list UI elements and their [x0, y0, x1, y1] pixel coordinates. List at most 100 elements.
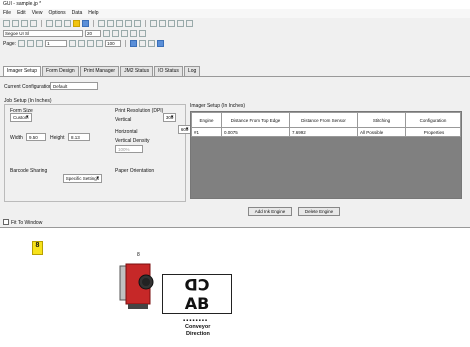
page-input[interactable]: 1	[45, 40, 68, 47]
edit-icon[interactable]	[96, 40, 104, 47]
engine-number-label: 8	[137, 252, 140, 258]
menu-help[interactable]: Help	[88, 10, 98, 17]
lock-icon[interactable]	[159, 20, 166, 27]
font-size-select[interactable]: 20	[85, 30, 101, 37]
col-distance-sensor: Distance From Sensor	[289, 112, 358, 128]
color-icon[interactable]	[130, 30, 137, 37]
window-title: GUI - sample.jp *	[0, 0, 470, 9]
conveyor-label: Conveyor	[185, 324, 211, 330]
menu-options[interactable]: Options	[48, 10, 65, 17]
copy-icon[interactable]	[55, 20, 62, 27]
vertical-select[interactable]: 300	[162, 113, 177, 122]
zoom-select[interactable]: 100	[105, 40, 122, 47]
toolbar-main	[0, 19, 470, 28]
cell-engine[interactable]: #1	[191, 127, 222, 137]
underline-icon[interactable]	[121, 30, 128, 37]
tab-imager-setup[interactable]: Imager Setup	[3, 66, 42, 76]
tab-log[interactable]: Log	[183, 66, 201, 76]
tab-print-manager[interactable]: Print Manager	[79, 66, 120, 76]
menu-data[interactable]: Data	[72, 10, 83, 17]
table-row[interactable]: #1 0.0075 7.6992 All Possible Properties	[191, 127, 461, 137]
open-icon[interactable]	[12, 20, 19, 27]
image-icon[interactable]	[157, 40, 165, 47]
form-canvas	[0, 227, 470, 347]
form-origin-marker[interactable]: 8	[32, 241, 43, 255]
print-icon[interactable]	[30, 20, 37, 27]
current-config-label: Current Configuration	[4, 84, 52, 90]
align-left-icon[interactable]	[98, 20, 105, 27]
ungroup-icon[interactable]	[186, 20, 193, 27]
width-label: Width	[10, 135, 23, 141]
imager-setup-label: Imager Setup (In Inches)	[190, 103, 246, 109]
toolbar-separator	[93, 20, 94, 27]
italic-icon[interactable]	[112, 30, 119, 37]
window-icon[interactable]	[130, 40, 138, 47]
last-page-icon[interactable]	[87, 40, 95, 47]
layer-icon[interactable]	[168, 20, 175, 27]
fit-to-window-label: Fit To Window	[11, 220, 43, 226]
paper-orientation-label: Paper Orientation	[115, 168, 155, 174]
save-icon[interactable]	[21, 20, 28, 27]
height-field[interactable]: 8.13	[68, 133, 90, 141]
first-page-icon[interactable]	[18, 40, 26, 47]
form-size-select[interactable]: Custom	[10, 113, 32, 122]
refresh-icon[interactable]	[148, 40, 156, 47]
prev-page-icon[interactable]	[27, 40, 35, 47]
tab-jm2-status[interactable]: JM2 Status	[120, 66, 154, 76]
col-distance-top: Distance From Top Edge	[221, 112, 290, 128]
rotate-icon[interactable]	[134, 20, 141, 27]
plate-bottom-text: AB	[184, 294, 210, 313]
align-center-icon[interactable]	[107, 20, 114, 27]
distribute-icon[interactable]	[150, 20, 157, 27]
page-label: Page:	[3, 40, 17, 47]
cell-stitching[interactable]: All Possible	[357, 127, 406, 137]
direction-label: Direction	[186, 331, 210, 337]
main-tabs: Imager Setup Form Design Print Manager J…	[0, 66, 470, 76]
cut-icon[interactable]	[46, 20, 53, 27]
engine-table: Engine Distance From Top Edge Distance F…	[190, 111, 462, 199]
current-config-field[interactable]: Default	[50, 82, 98, 90]
col-stitching: Stitching	[357, 112, 406, 128]
toolbar-font: Segoe UI Sl 20	[0, 29, 470, 38]
back-icon[interactable]	[36, 40, 44, 47]
next-icon[interactable]	[69, 40, 77, 47]
align-right-icon[interactable]	[116, 20, 123, 27]
barcode-sharing-select[interactable]: Specific Settings	[62, 174, 102, 183]
grid-icon[interactable]	[125, 20, 132, 27]
next-page-icon[interactable]	[78, 40, 86, 47]
properties-button[interactable]: Properties	[405, 127, 461, 137]
delete-engine-button[interactable]: Delete Engine	[298, 207, 340, 216]
print-resolution-label: Print Resolution (DPI)	[115, 108, 164, 114]
horizontal-label: Horizontal	[115, 129, 138, 135]
bold-icon[interactable]	[103, 30, 110, 37]
toolbar-page: Page: 1 100	[0, 39, 470, 48]
print-engine-icon[interactable]	[118, 262, 160, 312]
cell-distance-sensor[interactable]: 7.6992	[289, 127, 358, 137]
help-icon[interactable]	[82, 20, 89, 27]
width-field[interactable]: 9.50	[26, 133, 46, 141]
group-icon[interactable]	[177, 20, 184, 27]
toolbar-separator	[41, 20, 42, 27]
run-icon[interactable]	[73, 20, 80, 27]
barcode-sharing-label: Barcode Sharing	[10, 168, 48, 174]
form-plate[interactable]: CD AB	[162, 274, 232, 314]
new-icon[interactable]	[3, 20, 10, 27]
paste-icon[interactable]	[64, 20, 71, 27]
vertical-density-field: 100%	[115, 145, 143, 153]
cell-distance-top[interactable]: 0.0075	[221, 127, 290, 137]
link-icon[interactable]	[139, 30, 146, 37]
font-name-select[interactable]: Segoe UI Sl	[3, 30, 83, 37]
menu-edit[interactable]: Edit	[17, 10, 26, 17]
tab-form-design[interactable]: Form Design	[42, 66, 79, 76]
vertical-density-label: Vertical Density	[115, 138, 150, 144]
fit-to-window-checkbox[interactable]	[3, 219, 9, 225]
tab-io-status[interactable]: IO Status	[154, 66, 183, 76]
tile-icon[interactable]	[139, 40, 147, 47]
vertical-label: Vertical	[115, 117, 132, 123]
menu-file[interactable]: File	[3, 10, 11, 17]
plate-top-text: CD	[184, 275, 210, 294]
add-ink-engine-button[interactable]: Add Ink Engine	[248, 207, 292, 216]
menu-bar: File Edit View Options Data Help	[0, 9, 470, 18]
col-configuration: Configuration	[405, 112, 461, 128]
menu-view[interactable]: View	[32, 10, 43, 17]
